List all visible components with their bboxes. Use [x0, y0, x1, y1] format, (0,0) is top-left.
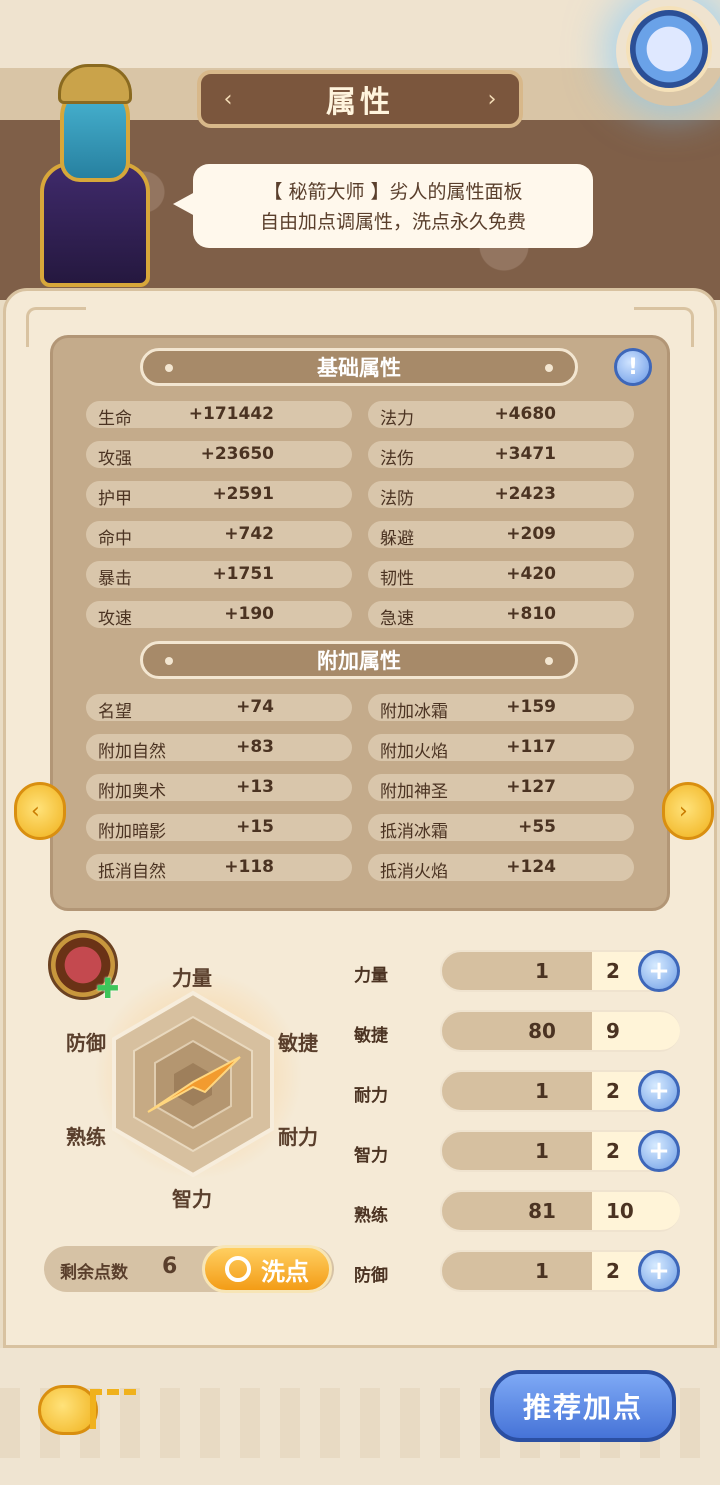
add-point-button[interactable]: + [638, 1250, 680, 1292]
remaining-points-label: 剩余点数 [60, 1263, 128, 1283]
attribute-base-value: 1 [535, 1079, 549, 1103]
reset-label: 洗点 [261, 1257, 309, 1286]
fish-bone-button[interactable] [38, 1375, 138, 1445]
attribute-base-value: 81 [528, 1199, 556, 1223]
attribute-added: 9 [592, 1012, 680, 1050]
radar-label-intellect: 智力 [172, 1187, 212, 1211]
attribute-base-value: 1 [535, 1139, 549, 1163]
attribute-name: 智力 [354, 1146, 388, 1166]
attribute-row: 智力 1 2 + [350, 1130, 690, 1174]
attribute-name: 防御 [354, 1266, 388, 1286]
fish-tail [90, 1389, 136, 1429]
recommend-points-button[interactable]: 推荐加点 [490, 1370, 676, 1442]
radar-label-defense: 防御 [66, 1031, 106, 1055]
attribute-added-value: 2 [606, 1079, 620, 1103]
radar-label-proficiency: 熟练 [66, 1125, 106, 1149]
radar-label-agility: 敏捷 [278, 1031, 318, 1055]
plus-icon: + [648, 1076, 670, 1106]
radar-label-stamina: 耐力 [278, 1125, 318, 1149]
attribute-row: 防御 1 2 + [350, 1250, 690, 1294]
plus-icon: + [648, 1136, 670, 1166]
reset-icon [225, 1256, 251, 1282]
add-point-button[interactable]: + [638, 1070, 680, 1112]
attribute-added: 10 [592, 1192, 680, 1230]
attribute-base-value: 80 [528, 1019, 556, 1043]
attribute-added-value: 2 [606, 1139, 620, 1163]
attribute-base-value: 1 [535, 959, 549, 983]
radar-label-strength: 力量 [172, 966, 212, 990]
attribute-added-value: 9 [606, 1019, 620, 1043]
attribute-added-value: 2 [606, 1259, 620, 1283]
add-point-button[interactable]: + [638, 1130, 680, 1172]
attribute-name: 敏捷 [354, 1026, 388, 1046]
attribute-row: 耐力 1 2 + [350, 1070, 690, 1114]
attribute-name: 耐力 [354, 1086, 388, 1106]
attribute-row: 力量 1 2 + [350, 950, 690, 994]
fish-icon [38, 1385, 98, 1435]
plus-icon: + [648, 1256, 670, 1286]
attribute-track: 81 10 [440, 1190, 680, 1232]
attribute-added-value: 10 [606, 1199, 634, 1223]
plus-icon: + [648, 956, 670, 986]
attribute-track: 80 9 [440, 1010, 680, 1052]
attribute-row: 熟练 81 10 [350, 1190, 690, 1234]
attribute-name: 力量 [354, 966, 388, 986]
attribute-base-value: 1 [535, 1259, 549, 1283]
reset-points-button[interactable]: 洗点 [202, 1245, 332, 1293]
attribute-name: 熟练 [354, 1206, 388, 1226]
add-point-button[interactable]: + [638, 950, 680, 992]
recommend-label: 推荐加点 [522, 1391, 643, 1424]
remaining-points-value: 6 [162, 1254, 178, 1279]
attribute-added-value: 2 [606, 959, 620, 983]
attribute-row: 敏捷 80 9 [350, 1010, 690, 1054]
